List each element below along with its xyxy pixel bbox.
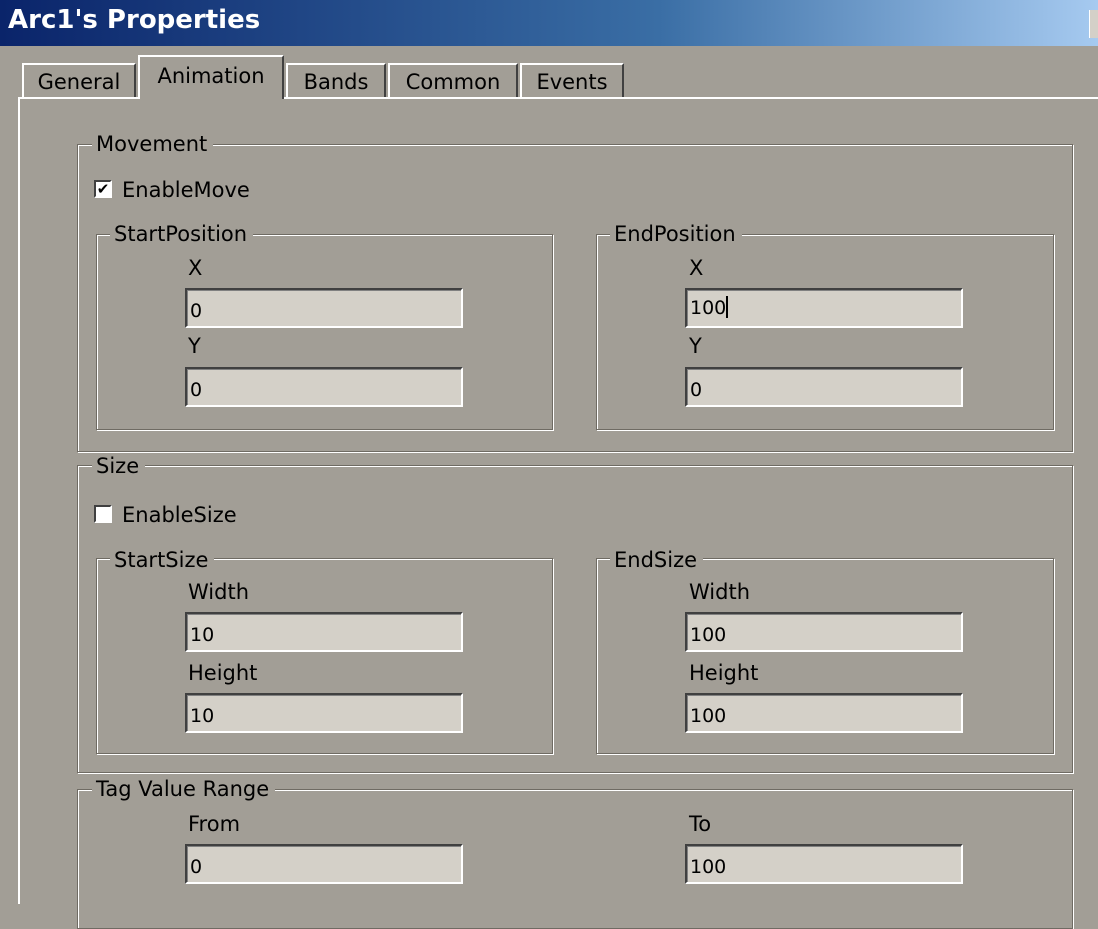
from-label: From [188, 812, 241, 836]
end-x-value: 100 [690, 297, 727, 319]
end-position-label: EndPosition [610, 222, 742, 246]
enable-move-label[interactable]: EnableMove [122, 178, 250, 202]
tag-value-range-label: Tag Value Range [92, 777, 276, 801]
start-height-label: Height [188, 661, 258, 685]
tab-common[interactable]: Common [388, 63, 518, 97]
start-position-label: StartPosition [110, 222, 254, 246]
start-y-label: Y [188, 334, 201, 358]
window-title: Arc1's Properties [8, 5, 261, 35]
end-width-input[interactable] [685, 612, 963, 652]
enable-move-checkbox[interactable]: ✔ [94, 180, 112, 198]
title-bar-button-edge[interactable] [1089, 10, 1098, 38]
end-y-label: Y [689, 334, 702, 358]
end-x-input[interactable]: 100 [685, 288, 963, 328]
end-height-input[interactable] [685, 693, 963, 733]
tab-general[interactable]: General [22, 63, 136, 97]
size-group-label: Size [92, 454, 146, 478]
end-height-label: Height [689, 661, 759, 685]
from-input[interactable] [185, 844, 463, 884]
end-y-input[interactable] [685, 367, 963, 407]
start-x-input[interactable] [185, 288, 463, 328]
end-x-label: X [689, 256, 704, 280]
start-height-input[interactable] [185, 693, 463, 733]
tab-animation[interactable]: Animation [138, 55, 284, 99]
title-bar[interactable]: Arc1's Properties [0, 0, 1098, 46]
end-size-label: EndSize [610, 548, 704, 572]
start-y-input[interactable] [185, 367, 463, 407]
enable-size-checkbox[interactable] [94, 505, 112, 523]
enable-size-label[interactable]: EnableSize [122, 503, 237, 527]
to-input[interactable] [685, 844, 963, 884]
tab-events[interactable]: Events [520, 63, 624, 97]
to-label: To [689, 812, 712, 836]
start-x-label: X [188, 256, 203, 280]
start-width-label: Width [188, 580, 250, 604]
text-caret [726, 296, 729, 318]
end-width-label: Width [689, 580, 751, 604]
movement-group-label: Movement [92, 132, 214, 156]
start-size-label: StartSize [110, 548, 215, 572]
start-width-input[interactable] [185, 612, 463, 652]
tab-bands[interactable]: Bands [286, 63, 386, 97]
tab-panel-edge [18, 97, 20, 904]
